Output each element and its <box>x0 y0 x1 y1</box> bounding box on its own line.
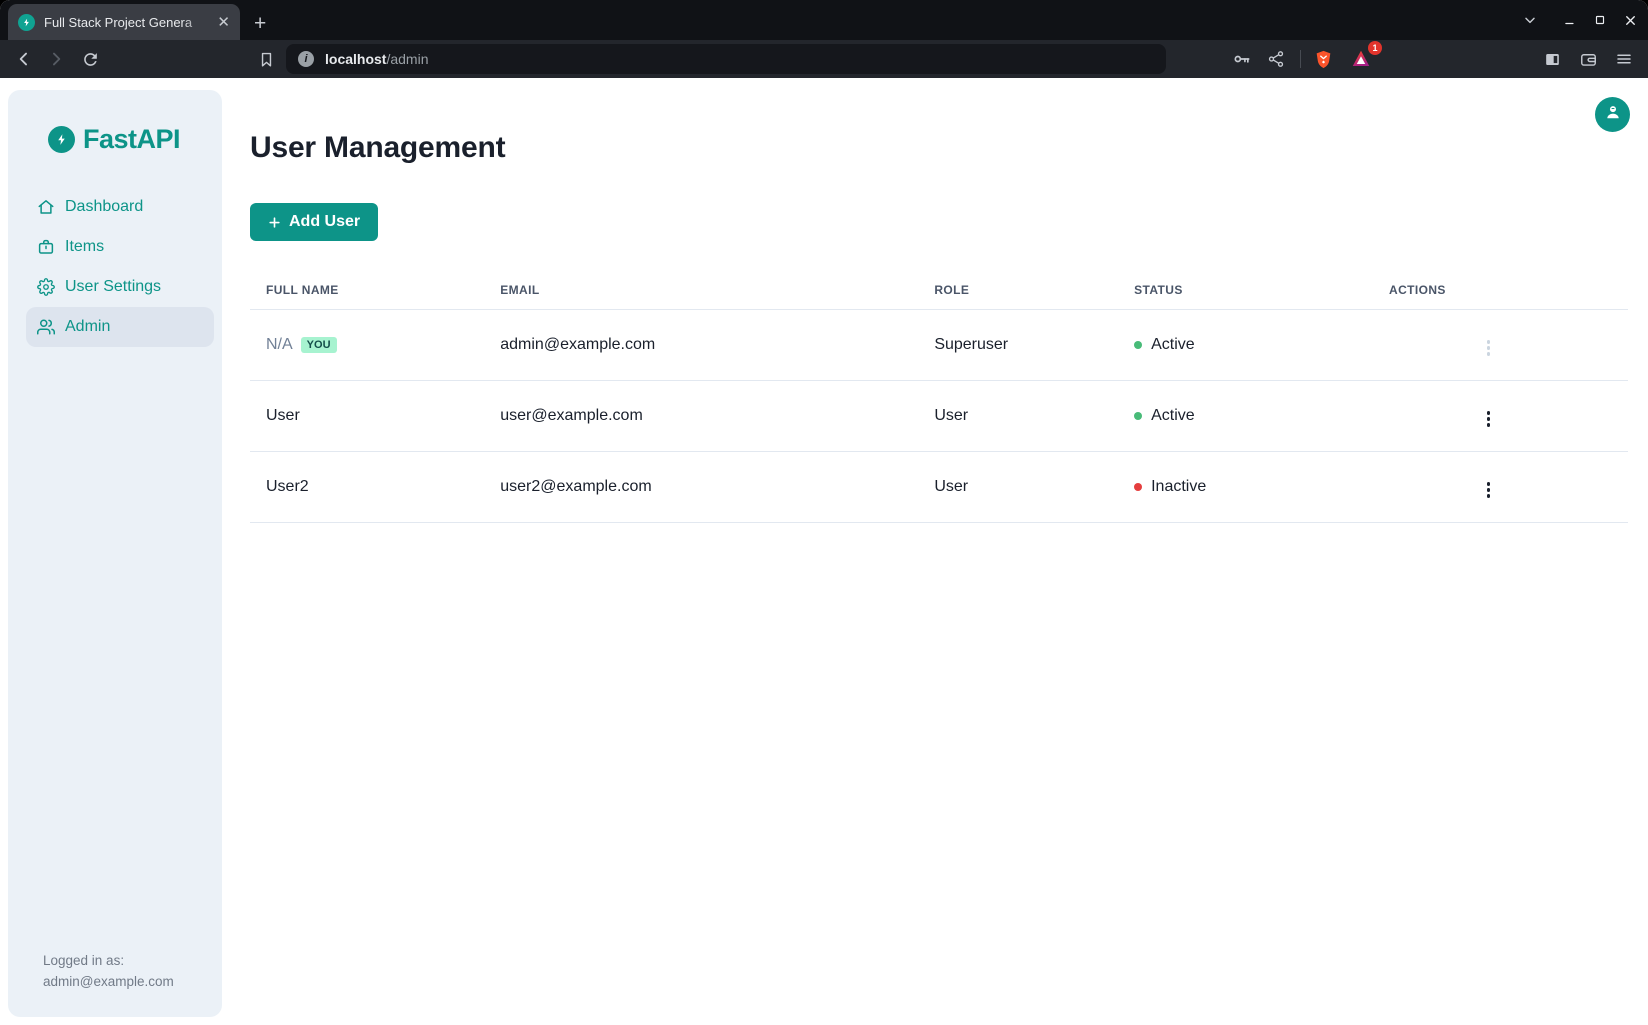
sidebar-item-user-settings[interactable]: User Settings <box>26 267 214 307</box>
cell-status: Active <box>1118 310 1373 381</box>
address-bar[interactable]: i localhost/admin <box>286 44 1166 74</box>
logged-in-label: Logged in as: <box>43 951 174 972</box>
favicon-bolt-icon <box>18 14 35 31</box>
row-actions-menu-icon <box>1483 336 1495 360</box>
cell-email: admin@example.com <box>484 310 918 381</box>
header-role: ROLE <box>918 283 1118 310</box>
cell-full-name: N/A YOU <box>250 310 484 381</box>
menu-hamburger-icon[interactable] <box>1610 45 1638 73</box>
row-actions-menu-icon[interactable] <box>1483 478 1495 502</box>
gear-icon <box>37 278 55 296</box>
cell-full-name: User <box>250 381 484 452</box>
window-minimize-button[interactable] <box>1558 8 1582 32</box>
tab-search-chevron-icon[interactable] <box>1518 8 1542 32</box>
status-dot <box>1134 341 1142 349</box>
cell-actions <box>1373 452 1628 523</box>
sidebar-item-label: Admin <box>65 318 110 336</box>
sidebar: FastAPI Dashboard Items <box>8 90 222 1017</box>
url-text: localhost/admin <box>325 51 429 67</box>
cell-actions <box>1373 310 1628 381</box>
sidebar-item-label: User Settings <box>65 278 161 296</box>
reload-button[interactable] <box>76 45 104 73</box>
cell-actions <box>1373 381 1628 452</box>
status-dot <box>1134 412 1142 420</box>
add-user-label: Add User <box>289 213 360 231</box>
you-badge: YOU <box>301 337 337 353</box>
browser-window: Full Stack Project Genera ✕ + <box>0 0 1648 1025</box>
briefcase-icon <box>37 238 55 256</box>
logged-in-email: admin@example.com <box>43 972 174 993</box>
header-actions: ACTIONS <box>1373 283 1628 310</box>
cell-role: Superuser <box>918 310 1118 381</box>
toolbar-divider <box>1300 50 1301 68</box>
header-email: EMAIL <box>484 283 918 310</box>
window-close-button[interactable] <box>1618 8 1642 32</box>
table-header-row: FULL NAME EMAIL ROLE STATUS ACTIONS <box>250 283 1628 310</box>
users-icon <box>37 318 55 336</box>
password-key-icon[interactable] <box>1228 45 1256 73</box>
brave-shield-icon[interactable] <box>1309 45 1337 73</box>
url-host: localhost <box>325 51 386 67</box>
sidebar-item-admin[interactable]: Admin <box>26 307 214 347</box>
status-label: Inactive <box>1151 478 1206 496</box>
status-dot <box>1134 483 1142 491</box>
main-content: User Management Add User FULL NAME EMAIL… <box>250 78 1628 523</box>
cell-email: user2@example.com <box>484 452 918 523</box>
rewards-notification-badge: 1 <box>1368 41 1382 55</box>
sidebar-nav: Dashboard Items User Settings <box>8 187 222 347</box>
cell-full-name: User2 <box>250 452 484 523</box>
fastapi-bolt-icon <box>48 126 75 153</box>
new-tab-button[interactable]: + <box>254 13 266 34</box>
tab-strip: Full Stack Project Genera ✕ + <box>0 0 1648 40</box>
table-row: User2 user2@example.com User Inactive <box>250 452 1628 523</box>
window-maximize-button[interactable] <box>1588 8 1612 32</box>
cell-role: User <box>918 381 1118 452</box>
site-info-icon[interactable]: i <box>298 51 314 67</box>
cell-status: Active <box>1118 381 1373 452</box>
logo-text: FastAPI <box>83 124 180 155</box>
table-row: N/A YOU admin@example.com Superuser Activ… <box>250 310 1628 381</box>
sidebar-panel-icon[interactable] <box>1538 45 1566 73</box>
table-row: User user@example.com User Active <box>250 381 1628 452</box>
add-user-button[interactable]: Add User <box>250 203 378 241</box>
sidebar-item-label: Dashboard <box>65 198 143 216</box>
cell-role: User <box>918 452 1118 523</box>
bookmark-icon[interactable] <box>252 45 280 73</box>
header-status: STATUS <box>1118 283 1373 310</box>
wallet-icon[interactable] <box>1574 45 1602 73</box>
full-name-value: N/A <box>266 336 293 353</box>
back-button[interactable] <box>10 45 38 73</box>
page-title: User Management <box>250 131 1628 165</box>
home-icon <box>37 198 55 216</box>
plus-icon <box>268 216 281 229</box>
sidebar-item-items[interactable]: Items <box>26 227 214 267</box>
cell-email: user@example.com <box>484 381 918 452</box>
row-actions-menu-icon[interactable] <box>1483 407 1495 431</box>
app-canvas: FastAPI Dashboard Items <box>0 78 1648 1025</box>
sidebar-footer: Logged in as: admin@example.com <box>43 951 174 993</box>
share-icon[interactable] <box>1262 45 1290 73</box>
users-table: FULL NAME EMAIL ROLE STATUS ACTIONS N/A Y… <box>250 283 1628 523</box>
fastapi-logo: FastAPI <box>48 124 222 155</box>
browser-tab[interactable]: Full Stack Project Genera ✕ <box>8 4 240 40</box>
status-label: Active <box>1151 407 1195 425</box>
browser-toolbar: i localhost/admin 1 <box>0 40 1648 78</box>
sidebar-item-label: Items <box>65 238 104 256</box>
url-path: /admin <box>386 51 428 67</box>
sidebar-item-dashboard[interactable]: Dashboard <box>26 187 214 227</box>
tab-close-icon[interactable]: ✕ <box>213 13 234 32</box>
header-full-name: FULL NAME <box>250 283 484 310</box>
status-label: Active <box>1151 336 1195 354</box>
cell-status: Inactive <box>1118 452 1373 523</box>
brave-rewards-icon[interactable]: 1 <box>1347 45 1375 73</box>
tab-title-fade <box>182 4 216 40</box>
forward-button[interactable] <box>42 45 70 73</box>
